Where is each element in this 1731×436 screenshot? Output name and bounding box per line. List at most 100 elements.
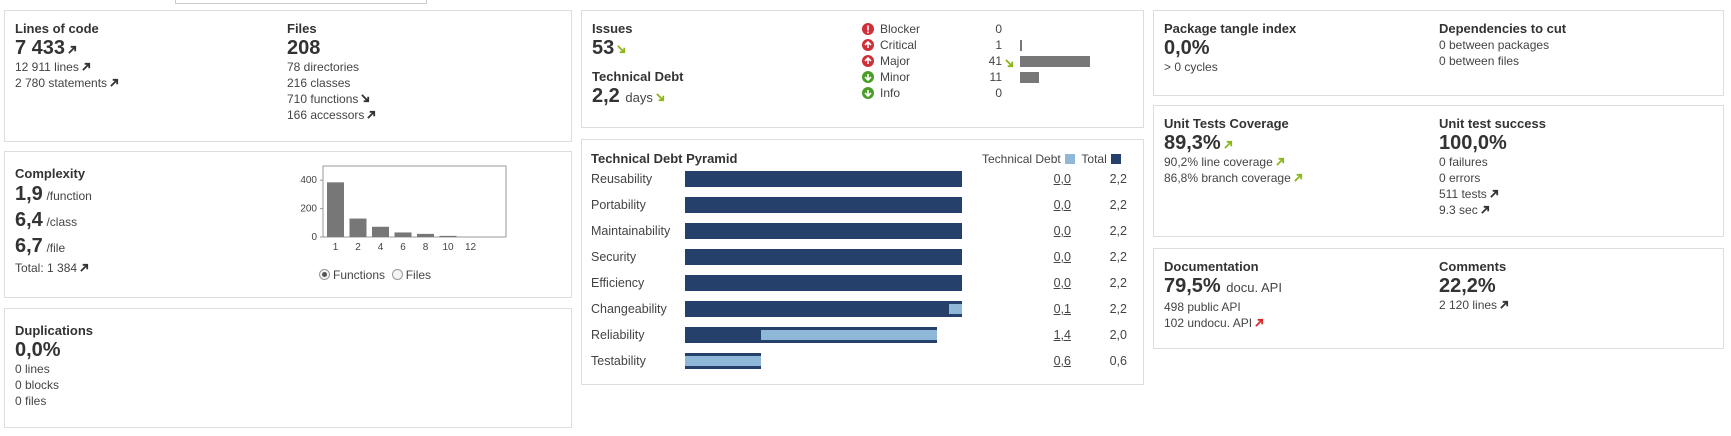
duplicated-files[interactable]: 0 files bbox=[15, 393, 93, 409]
severity-row-info[interactable]: Info 0 bbox=[862, 85, 1102, 101]
files-title: Files bbox=[287, 21, 317, 36]
issues-value[interactable]: 53 bbox=[592, 37, 614, 59]
severity-count[interactable]: 1 bbox=[972, 37, 1002, 53]
technical-debt-value[interactable]: 2,2 bbox=[592, 85, 620, 107]
complexity-per-class[interactable]: 6,4 bbox=[15, 209, 43, 231]
functions-radio-label[interactable]: Functions bbox=[333, 268, 385, 282]
accessors[interactable]: 166 accessors bbox=[287, 108, 364, 122]
pyramid-total-value: 2,2 bbox=[1109, 276, 1127, 290]
pyramid-total-value: 2,0 bbox=[1109, 328, 1127, 342]
classes[interactable]: 216 classes bbox=[287, 75, 376, 91]
files-radio[interactable] bbox=[391, 269, 403, 280]
functions[interactable]: 710 functions bbox=[287, 92, 358, 106]
loc-statements[interactable]: 2 780 statements bbox=[15, 76, 107, 90]
complexity-per-function[interactable]: 1,9 bbox=[15, 183, 43, 205]
severity-label[interactable]: Minor bbox=[880, 69, 910, 85]
test-count[interactable]: 511 tests bbox=[1439, 187, 1487, 201]
top-stub bbox=[175, 0, 427, 4]
duplicated-blocks[interactable]: 0 blocks bbox=[15, 377, 93, 393]
between-files[interactable]: 0 between files bbox=[1439, 53, 1566, 69]
complexity-total[interactable]: Total: 1 384 bbox=[15, 261, 77, 275]
pyramid-total-bar bbox=[685, 249, 962, 265]
technical-debt-unit: days bbox=[625, 90, 653, 105]
pyramid-label: Testability bbox=[591, 354, 646, 368]
pyramid-debt-value[interactable]: 0,0 bbox=[1021, 221, 1071, 241]
loc-value[interactable]: 7 433 bbox=[15, 37, 65, 59]
severity-label[interactable]: Critical bbox=[880, 37, 917, 53]
severity-row-major[interactable]: Major 41 bbox=[862, 53, 1102, 69]
test-duration[interactable]: 9.3 sec bbox=[1439, 203, 1478, 217]
pyramid-total-bar bbox=[685, 353, 761, 369]
y-tick-label: 0 bbox=[311, 232, 317, 243]
pyramid-debt-value[interactable]: 0,6 bbox=[1021, 351, 1071, 371]
duplications-value[interactable]: 0,0% bbox=[15, 339, 93, 361]
pyramid-debt-value[interactable]: 0,1 bbox=[1021, 299, 1071, 319]
trend-down-icon bbox=[361, 94, 370, 103]
line-coverage[interactable]: 90,2% line coverage bbox=[1164, 155, 1273, 169]
coverage-title: Unit Tests Coverage bbox=[1164, 116, 1289, 131]
severity-label[interactable]: Blocker bbox=[880, 21, 920, 37]
pyramid-row-maintainability: Maintainability 0,0 2,2 bbox=[591, 221, 1141, 241]
between-packages[interactable]: 0 between packages bbox=[1439, 37, 1566, 53]
pyramid-row-security: Security 0,0 2,2 bbox=[591, 247, 1141, 267]
severity-count[interactable]: 0 bbox=[972, 21, 1002, 37]
files-radio-label[interactable]: Files bbox=[406, 268, 431, 282]
tangle-title: Package tangle index bbox=[1164, 21, 1297, 36]
branch-coverage[interactable]: 86,8% branch coverage bbox=[1164, 171, 1291, 185]
pyramid-label: Security bbox=[591, 250, 637, 264]
success-value[interactable]: 100,0% bbox=[1439, 132, 1546, 154]
pyramid-total-value: 2,2 bbox=[1109, 198, 1127, 212]
severity-label[interactable]: Major bbox=[880, 53, 910, 69]
files-value[interactable]: 208 bbox=[287, 37, 376, 59]
cycles[interactable]: > 0 cycles bbox=[1164, 59, 1296, 75]
x-tick-label: 10 bbox=[442, 242, 454, 253]
public-api[interactable]: 498 public API bbox=[1164, 299, 1282, 315]
documentation-value[interactable]: 79,5% bbox=[1164, 275, 1221, 297]
complexity-bar bbox=[417, 233, 434, 237]
loc-title: Lines of code bbox=[15, 21, 99, 36]
tangle-value[interactable]: 0,0% bbox=[1164, 37, 1296, 59]
loc-lines[interactable]: 12 911 lines bbox=[15, 60, 79, 74]
pyramid-row-reusability: Reusability 0,0 2,2 bbox=[591, 169, 1141, 189]
blocker-icon bbox=[862, 23, 874, 35]
pyramid-debt-value[interactable]: 0,0 bbox=[1021, 195, 1071, 215]
comments-value[interactable]: 22,2% bbox=[1439, 275, 1509, 297]
tests-widget: Unit Tests Coverage 89,3% 90,2% line cov… bbox=[1153, 105, 1724, 237]
test-errors[interactable]: 0 errors bbox=[1439, 170, 1546, 186]
severity-count[interactable]: 0 bbox=[972, 85, 1002, 101]
coverage-value[interactable]: 89,3% bbox=[1164, 132, 1221, 154]
pyramid-debt-value[interactable]: 1,4 bbox=[1021, 325, 1071, 345]
x-tick-label: 2 bbox=[355, 242, 361, 253]
complexity-per-file[interactable]: 6,7 bbox=[15, 235, 43, 257]
directories[interactable]: 78 directories bbox=[287, 59, 376, 75]
trend-up-icon bbox=[110, 78, 119, 87]
functions-radio[interactable] bbox=[319, 269, 330, 280]
trend-up-green-icon bbox=[1276, 157, 1285, 166]
per-class-unit: /class bbox=[46, 215, 78, 229]
pyramid-debt-value[interactable]: 0,0 bbox=[1021, 273, 1071, 293]
pyramid-title: Technical Debt Pyramid bbox=[591, 151, 738, 166]
legend-total: Total bbox=[1081, 152, 1107, 166]
complexity-bar bbox=[439, 235, 457, 237]
duplicated-lines[interactable]: 0 lines bbox=[15, 361, 93, 377]
severity-row-blocker[interactable]: Blocker 0 bbox=[862, 21, 1102, 37]
per-file-unit: /file bbox=[46, 241, 66, 255]
pyramid-total-bar bbox=[685, 197, 962, 213]
size-widget: Lines of code 7 433 12 911 lines 2 780 s… bbox=[4, 10, 572, 142]
duplications-widget: Duplications 0,0% 0 lines 0 blocks 0 fil… bbox=[4, 308, 572, 428]
severity-row-critical[interactable]: Critical 1 bbox=[862, 37, 1102, 53]
info-icon bbox=[862, 87, 874, 99]
severity-count[interactable]: 11 bbox=[972, 69, 1002, 85]
trend-up-green-icon bbox=[1294, 173, 1303, 182]
complexity-bar bbox=[372, 226, 389, 237]
legend-technical-debt: Technical Debt bbox=[982, 152, 1061, 166]
pyramid-debt-value[interactable]: 0,0 bbox=[1021, 247, 1071, 267]
issues-title: Issues bbox=[592, 21, 633, 36]
severity-count[interactable]: 41 bbox=[972, 53, 1002, 69]
undocumented-api[interactable]: 102 undocu. API bbox=[1164, 316, 1252, 330]
severity-label[interactable]: Info bbox=[880, 85, 900, 101]
severity-row-minor[interactable]: Minor 11 bbox=[862, 69, 1102, 85]
test-failures[interactable]: 0 failures bbox=[1439, 154, 1546, 170]
comment-lines[interactable]: 2 120 lines bbox=[1439, 298, 1497, 312]
pyramid-debt-value[interactable]: 0,0 bbox=[1021, 169, 1071, 189]
